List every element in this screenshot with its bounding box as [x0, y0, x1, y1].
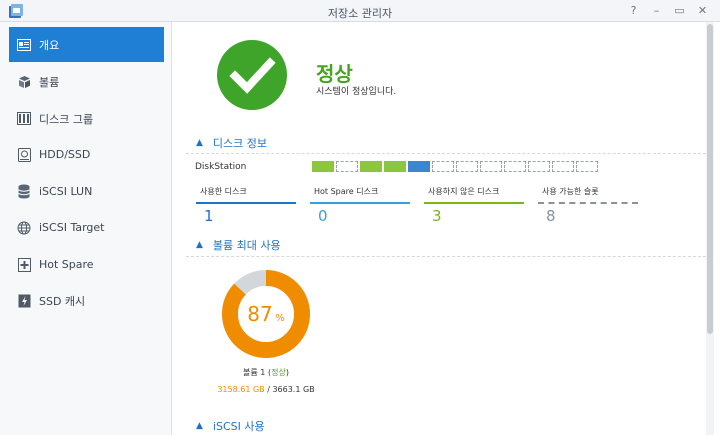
sidebar-item-label: Hot Spare — [39, 258, 94, 271]
volume-name: 볼륨 1 — [243, 368, 266, 377]
stat-label: 사용하지 않은 디스크 — [428, 187, 500, 196]
sidebar: 개요 볼륨 디스크 그룹 HDD/SSD iSCSI LUN iSCSI Tar… — [0, 22, 172, 435]
stat-value: 0 — [318, 207, 328, 225]
disk-slot-2[interactable] — [336, 161, 358, 172]
sidebar-item-label: iSCSI Target — [39, 221, 105, 234]
stat-used-disks: 사용한 디스크 1 — [196, 186, 296, 225]
status-description: 시스템이 정상입니다. — [316, 87, 397, 97]
stat-line — [196, 202, 296, 204]
section-title: 볼륨 최대 사용 — [212, 239, 281, 252]
globe-icon — [16, 220, 32, 236]
overview-icon — [16, 37, 32, 53]
disk-slot-10[interactable] — [528, 161, 550, 172]
stat-unused-disks: 사용하지 않은 디스크 3 — [424, 186, 524, 225]
stat-available-slots: 사용 가능한 슬롯 8 — [538, 186, 638, 225]
chevron-up-icon: ▲ — [196, 421, 203, 431]
disk-slot-11[interactable] — [552, 161, 574, 172]
divider — [186, 256, 706, 257]
disk-slot-4[interactable] — [384, 161, 406, 172]
section-title: iSCSI 사용 — [212, 420, 265, 433]
stat-hot-spare-disks: Hot Spare 디스크 0 — [310, 186, 410, 225]
gauge-percent: 87 — [247, 302, 272, 326]
sidebar-item-iscsi-lun[interactable]: iSCSI LUN — [9, 174, 164, 209]
iscsi-lun-icon — [16, 184, 32, 200]
scrollbar-thumb[interactable] — [707, 24, 713, 334]
chevron-up-icon: ▲ — [196, 240, 203, 250]
disk-slot-1[interactable] — [312, 161, 334, 172]
check-icon — [216, 39, 288, 111]
disk-info-section-header[interactable]: ▲ 디스크 정보 — [196, 135, 267, 151]
disk-slot-9[interactable] — [504, 161, 526, 172]
stat-label: Hot Spare 디스크 — [314, 187, 379, 196]
overview-panel: 정상 시스템이 정상입니다. ▲ 디스크 정보 DiskStation 사용한 … — [176, 22, 706, 435]
disk-group-icon — [16, 111, 32, 127]
volume-used: 3158.61 GB — [217, 385, 265, 394]
vertical-scrollbar[interactable] — [706, 22, 714, 435]
iscsi-usage-section-header[interactable]: ▲ iSCSI 사용 — [196, 418, 265, 434]
volume-total: 3663.1 GB — [272, 385, 315, 394]
hot-spare-icon — [16, 257, 32, 273]
disk-slot-map — [312, 161, 598, 172]
minimize-button[interactable]: – — [645, 3, 668, 19]
sidebar-item-label: 개요 — [39, 38, 60, 52]
sidebar-item-iscsi-target[interactable]: iSCSI Target — [9, 210, 164, 245]
sidebar-item-ssd-cache[interactable]: SSD 캐시 — [9, 283, 164, 318]
sidebar-item-label: SSD 캐시 — [39, 294, 86, 308]
stat-line — [310, 202, 410, 204]
volume-status: 정상 — [271, 368, 286, 377]
stat-value: 1 — [204, 207, 214, 225]
maximize-button[interactable]: ▭ — [668, 3, 691, 19]
volume-usage-section-header[interactable]: ▲ 볼륨 최대 사용 — [196, 237, 281, 253]
capacity-separator: / — [267, 385, 270, 394]
status-title: 정상 — [316, 62, 353, 86]
title-bar: 저장소 관리자 ? – ▭ ✕ — [0, 0, 720, 22]
stat-value: 8 — [546, 207, 556, 225]
hdd-icon — [16, 147, 32, 163]
volume-usage-gauge: 87 % — [220, 268, 312, 360]
close-button[interactable]: ✕ — [691, 3, 714, 19]
divider — [186, 153, 706, 154]
stat-line — [424, 202, 524, 204]
sidebar-item-overview[interactable]: 개요 — [9, 27, 164, 62]
disk-slot-3[interactable] — [360, 161, 382, 172]
device-name: DiskStation — [195, 162, 247, 172]
stat-label: 사용 가능한 슬롯 — [542, 187, 599, 196]
disk-slot-5[interactable] — [408, 161, 430, 172]
sidebar-item-label: 디스크 그룹 — [39, 112, 94, 126]
sidebar-item-label: HDD/SSD — [39, 148, 91, 161]
sidebar-item-hot-spare[interactable]: Hot Spare — [9, 247, 164, 282]
sidebar-item-disk-group[interactable]: 디스크 그룹 — [9, 101, 164, 136]
sidebar-item-volume[interactable]: 볼륨 — [9, 64, 164, 99]
sidebar-item-label: 볼륨 — [39, 75, 60, 89]
window-title: 저장소 관리자 — [327, 7, 393, 20]
help-button[interactable]: ? — [622, 3, 645, 19]
sidebar-item-hdd-ssd[interactable]: HDD/SSD — [9, 137, 164, 172]
volume-name-line: 볼륨 1 (정상) — [243, 368, 289, 377]
disk-slot-12[interactable] — [576, 161, 598, 172]
disk-slot-7[interactable] — [456, 161, 478, 172]
sidebar-item-label: iSCSI LUN — [39, 185, 93, 198]
disk-slot-8[interactable] — [480, 161, 502, 172]
ssd-cache-icon — [16, 293, 32, 309]
volume-icon — [16, 74, 32, 90]
stat-line — [538, 202, 638, 204]
gauge-percent-sign: % — [275, 313, 285, 324]
volume-capacity-line: 3158.61 GB / 3663.1 GB — [176, 385, 356, 394]
chevron-up-icon: ▲ — [196, 138, 203, 148]
disk-slot-6[interactable] — [432, 161, 454, 172]
stat-label: 사용한 디스크 — [200, 187, 247, 196]
section-title: 디스크 정보 — [212, 137, 268, 150]
stat-value: 3 — [432, 207, 442, 225]
